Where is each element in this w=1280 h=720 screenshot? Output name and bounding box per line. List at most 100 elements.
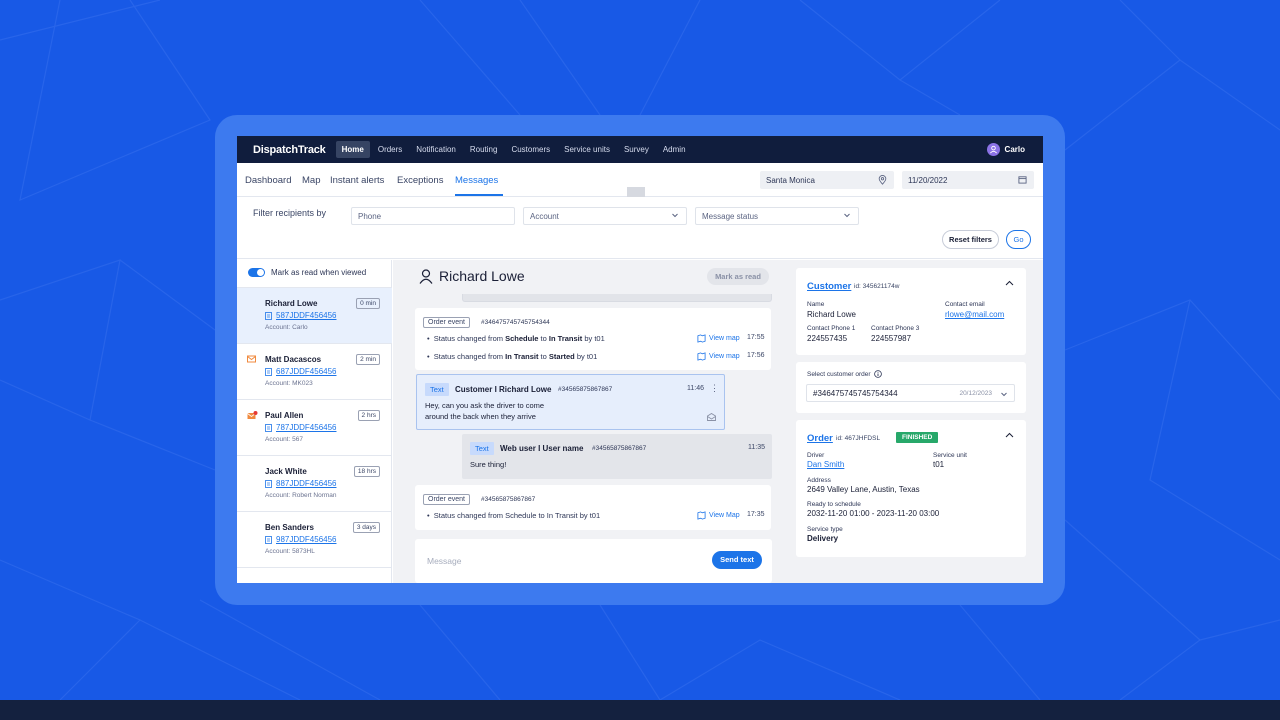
account-select[interactable]: Account [523, 207, 687, 225]
list-item[interactable]: Paul Allen 2 hrs 787JDDF456456 Account: … [237, 399, 392, 455]
list-item[interactable]: Jack White 18 hrs 887JDDF456456 Account:… [237, 455, 392, 511]
order-event-tag: Order event [423, 494, 470, 505]
message-input[interactable]: Message [427, 556, 462, 566]
user-menu[interactable]: Carlo [986, 143, 1025, 156]
filter-label: Filter recipients by [253, 208, 327, 218]
order-event-id: #346475745745754344 [481, 319, 550, 326]
order-event-tag: Order event [423, 317, 470, 328]
event-time: 17:35 [747, 511, 765, 518]
location-select[interactable]: Santa Monica [760, 171, 894, 189]
customer-email[interactable]: rlowe@mail.com [945, 310, 1004, 319]
nav-notification[interactable]: Notification [410, 141, 462, 158]
conversation-list: Mark as read when viewed Richard Lowe 0 … [237, 260, 392, 583]
tab-map[interactable]: Map [302, 175, 320, 186]
chat-contact-name: Richard Lowe [439, 268, 525, 284]
driver-label: Driver [807, 452, 825, 459]
more-options-icon[interactable]: ⋮ [710, 383, 719, 394]
customer-card: Customer id: 345621174w Name Richard Low… [796, 268, 1026, 355]
date-picker[interactable]: 11/20/2022 [902, 171, 1034, 189]
time-badge: 3 days [352, 522, 380, 533]
chat-panel: Richard Lowe Mark as read Order event #3… [393, 260, 787, 583]
nav-home[interactable]: Home [335, 141, 370, 158]
go-button[interactable]: Go [1006, 230, 1031, 249]
sub-nav: Dashboard Map Instant alerts Exceptions … [237, 163, 1043, 197]
avatar [986, 143, 1000, 156]
select-order-label: Select customer order [807, 370, 871, 378]
name-label: Name [807, 301, 825, 308]
reset-filters-button[interactable]: Reset filters [942, 230, 999, 249]
calendar-icon [1018, 176, 1027, 184]
selected-order-date: 20/12/2023 [959, 390, 992, 397]
tab-instant-alerts[interactable]: Instant alerts [330, 175, 384, 186]
order-link[interactable]: 787JDDF456456 [265, 423, 336, 432]
order-title[interactable]: Order [807, 433, 833, 444]
details-panel: Customer id: 345621174w Name Richard Low… [787, 260, 1043, 583]
list-item[interactable]: Matt Dacascos 2 min 687JDDF456456 Accoun… [237, 343, 392, 399]
nav-orders[interactable]: Orders [372, 141, 408, 158]
date-value: 11/20/2022 [908, 176, 948, 185]
read-envelope-icon [707, 413, 716, 421]
driver-name[interactable]: Dan Smith [807, 460, 844, 469]
customer-phone3: 224557987 [871, 334, 912, 343]
nav-service-units[interactable]: Service units [558, 141, 616, 158]
chevron-down-icon [844, 213, 850, 218]
send-text-button[interactable]: Send text [712, 551, 762, 569]
mark-as-read-button[interactable]: Mark as read [707, 268, 769, 285]
customer-title[interactable]: Customer [807, 281, 851, 292]
mark-read-label: Mark as read when viewed [271, 268, 367, 277]
message-sender: Web user I User name [500, 444, 584, 453]
text-tag: Text [470, 442, 494, 455]
status-line: • Status changed from In Transit to Star… [427, 352, 598, 361]
document-icon [265, 479, 272, 488]
view-map-label: View map [709, 335, 740, 342]
nav-admin[interactable]: Admin [657, 141, 692, 158]
list-item[interactable]: Ben Sanders 3 days 987JDDF456456 Account… [237, 511, 392, 567]
nav-customers[interactable]: Customers [505, 141, 556, 158]
location-pin-icon [878, 175, 887, 185]
order-number: 687JDDF456456 [276, 367, 337, 376]
status-to: In Transit [548, 334, 583, 343]
tab-dashboard[interactable]: Dashboard [245, 175, 291, 186]
envelope-icon [247, 355, 256, 363]
text-tag: Text [425, 383, 449, 396]
message-status-select[interactable]: Message status [695, 207, 859, 225]
status-to: Started [548, 352, 575, 361]
order-link[interactable]: 987JDDF456456 [265, 535, 336, 544]
nav-survey[interactable]: Survey [618, 141, 655, 158]
map-icon [697, 352, 706, 361]
selected-order: #346475745745754344 [813, 389, 898, 398]
customer-order-select[interactable]: #346475745745754344 20/12/2023 [806, 384, 1015, 402]
message-composer[interactable]: Message Send text [415, 539, 772, 583]
status-text: by t01 [584, 334, 605, 343]
order-number: 887JDDF456456 [276, 479, 337, 488]
view-map-link[interactable]: View map [697, 352, 740, 361]
bottom-bar [0, 700, 1280, 720]
order-link[interactable]: 887JDDF456456 [265, 479, 336, 488]
nav-routing[interactable]: Routing [464, 141, 504, 158]
phone-input[interactable]: Phone [351, 207, 515, 225]
drag-handle[interactable] [627, 187, 645, 197]
status-text: to [540, 334, 547, 343]
info-icon[interactable] [873, 370, 882, 378]
mark-read-toggle[interactable] [248, 268, 265, 277]
customer-message[interactable]: Text Customer I Richard Lowe #3456587586… [416, 374, 725, 430]
chevron-up-icon[interactable] [1005, 280, 1014, 286]
tab-exceptions[interactable]: Exceptions [397, 175, 443, 186]
view-map-link[interactable]: View map [697, 334, 740, 343]
order-number: 987JDDF456456 [276, 535, 337, 544]
order-link[interactable]: 687JDDF456456 [265, 367, 336, 376]
user-reply-message[interactable]: Text Web user I User name #3456587586786… [462, 434, 772, 479]
tab-messages[interactable]: Messages [455, 175, 498, 186]
list-item[interactable] [237, 567, 392, 583]
list-item[interactable]: Richard Lowe 0 min 587JDDF456456 Account… [237, 287, 392, 343]
address-label: Address [807, 477, 831, 484]
ready-label: Ready to schedule [807, 501, 861, 508]
account-text: Account: Carlo [265, 324, 308, 331]
order-link[interactable]: 587JDDF456456 [265, 311, 336, 320]
view-map-link[interactable]: View Map [697, 511, 740, 520]
select-order-label-row: Select customer order [807, 370, 882, 378]
ready-window: 2032-11-20 01:00 - 2023-11-20 03:00 [807, 509, 940, 518]
chevron-up-icon[interactable] [1005, 432, 1014, 438]
user-name: Carlo [1004, 145, 1025, 154]
order-number: 587JDDF456456 [276, 311, 337, 320]
